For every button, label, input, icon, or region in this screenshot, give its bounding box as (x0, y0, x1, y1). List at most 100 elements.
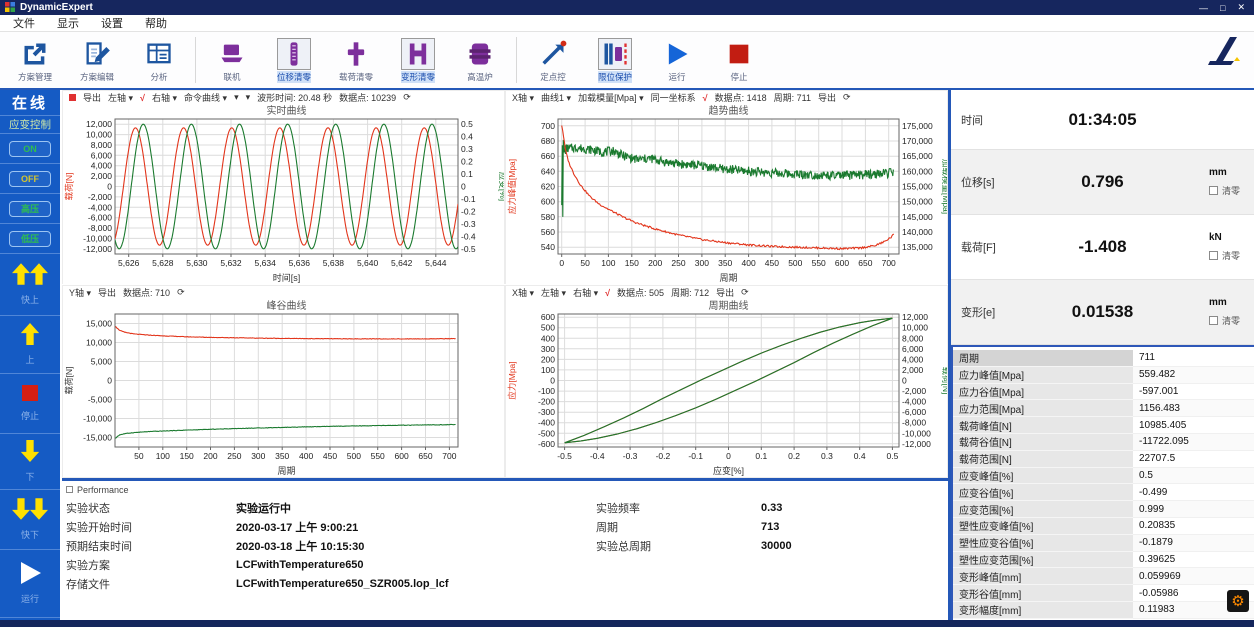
svg-text:5,632: 5,632 (220, 258, 242, 268)
chart-header-item[interactable]: 导出 (98, 286, 116, 299)
chart-plot-peak-valley[interactable]: 5010015020025030035040045050055060065070… (63, 299, 504, 477)
svg-text:-5,000: -5,000 (88, 395, 112, 405)
sidebar-button-ON[interactable]: ON (9, 141, 51, 157)
toolbar: 方案管理方案编辑分析联机位移清零载荷清零变形清零高温炉定点控限位保护运行停止 (0, 32, 1254, 90)
svg-text:170,000: 170,000 (902, 136, 933, 146)
chart-header-item[interactable]: X轴 ▾ (512, 286, 534, 299)
toolbar-button-analysis[interactable]: 分析 (128, 38, 190, 83)
result-row: 应变峰值[%]0.5 (953, 468, 1254, 485)
axis-check-toggle[interactable]: √ (140, 93, 145, 103)
svg-text:12,000: 12,000 (86, 119, 112, 129)
refresh-icon[interactable]: ⟳ (741, 287, 749, 298)
settings-gear-icon[interactable]: ⚙ (1227, 590, 1249, 612)
result-value: -0.1879 (1133, 535, 1254, 552)
toolbar-button-load-zero[interactable]: 载荷清零 (325, 38, 387, 83)
chart-toolbar-cycle: X轴 ▾左轴 ▾右轴 ▾√数据点: 505周期: 712导出⟳ (506, 286, 947, 299)
maximize-button[interactable]: □ (1220, 3, 1225, 13)
axis-check-toggle[interactable]: √ (605, 288, 610, 298)
plan-manage-icon (18, 38, 52, 70)
readout-unit: kN (1209, 232, 1222, 243)
sidebar-button-OFF[interactable]: OFF (9, 171, 51, 187)
toolbar-button-connect[interactable]: 联机 (201, 38, 263, 83)
chart-header-item[interactable]: Y轴 ▾ (69, 286, 91, 299)
chart-header-item[interactable]: X轴 ▾ (512, 91, 534, 104)
result-label: 应变范围[%] (953, 501, 1133, 518)
toolbar-button-disp-zero[interactable]: 位移清零 (263, 38, 325, 83)
svg-text:150: 150 (625, 258, 639, 268)
taskbar-strip (0, 620, 1254, 627)
svg-text:0.3: 0.3 (461, 144, 473, 154)
chart-plot-realtime[interactable]: 5,6265,6285,6305,6325,6345,6365,6385,640… (63, 104, 504, 284)
jog-double-down[interactable]: 快下 (0, 490, 60, 550)
toolbar-button-plan-edit[interactable]: 方案编辑 (66, 38, 128, 83)
svg-text:500: 500 (347, 451, 361, 461)
stop-icon (722, 38, 756, 70)
chart-header-item[interactable]: ▾ (246, 92, 251, 103)
chart-header-item[interactable]: 左轴 ▾ (541, 286, 566, 299)
clear-zero-checkbox[interactable] (1209, 316, 1218, 325)
result-row: 载荷范围[N]22707.5 (953, 451, 1254, 468)
menu-item-显示[interactable]: 显示 (46, 15, 90, 31)
result-label: 塑性应变范围[%] (953, 552, 1133, 569)
jog-down[interactable]: 下 (0, 434, 60, 490)
toolbar-separator (195, 37, 196, 83)
jog-up[interactable]: 上 (0, 316, 60, 374)
toolbar-button-furnace[interactable]: 高温炉 (449, 38, 511, 83)
menu-item-帮助[interactable]: 帮助 (134, 15, 178, 31)
svg-text:0.3: 0.3 (821, 451, 833, 461)
toolbar-button-plan-manage[interactable]: 方案管理 (4, 38, 66, 83)
svg-text:660: 660 (541, 151, 555, 161)
chart-header-item[interactable]: 导出 (83, 91, 101, 104)
jog-play[interactable]: 运行 (0, 550, 60, 618)
svg-text:100: 100 (601, 258, 615, 268)
toolbar-button-stop[interactable]: 停止 (708, 38, 770, 83)
chart-header-item[interactable]: 同一坐标系 (651, 91, 696, 104)
result-label: 载荷谷值[N] (953, 434, 1133, 451)
performance-row: 存储文件LCFwithTemperature650_SZR005.lop_lcf (66, 574, 449, 593)
toolbar-button-run[interactable]: 运行 (646, 38, 708, 83)
svg-text:700: 700 (541, 121, 555, 131)
svg-text:580: 580 (541, 212, 555, 222)
svg-text:-0.5: -0.5 (461, 244, 476, 254)
chart-plot-cycle[interactable]: -0.5-0.4-0.3-0.2-0.100.10.20.30.40.5-600… (506, 299, 947, 477)
jog-stop-square[interactable]: 停止 (0, 374, 60, 434)
svg-text:12,000: 12,000 (902, 312, 928, 322)
svg-text:140,000: 140,000 (902, 227, 933, 237)
chart-header-item[interactable]: 右轴 ▾ (152, 91, 177, 104)
jog-double-up[interactable]: 快上 (0, 254, 60, 316)
refresh-icon[interactable]: ⟳ (177, 287, 185, 298)
result-row: 变形峰值[mm]0.059969 (953, 568, 1254, 585)
chart-header-item[interactable]: 加载模量[Mpa] ▾ (578, 91, 644, 104)
chart-header-item[interactable]: 左轴 ▾ (108, 91, 133, 104)
chart-header-item[interactable]: 右轴 ▾ (573, 286, 598, 299)
sidebar-button-低压[interactable]: 低压 (9, 231, 51, 247)
clear-zero-checkbox[interactable] (1209, 186, 1218, 195)
chart-header-item[interactable]: 命令曲线 ▾ (184, 91, 227, 104)
result-value: 1156.483 (1133, 400, 1254, 417)
toolbar-button-point-control[interactable]: 定点控 (522, 38, 584, 83)
chart-header-item[interactable]: 曲线1 ▾ (541, 91, 571, 104)
close-button[interactable]: ✕ (1237, 2, 1245, 13)
svg-text:0.1: 0.1 (461, 169, 473, 179)
menu-item-文件[interactable]: 文件 (2, 15, 46, 31)
svg-text:周期: 周期 (719, 273, 737, 283)
svg-text:200: 200 (541, 354, 555, 364)
toolbar-button-limit-protect[interactable]: 限位保护 (584, 38, 646, 83)
toolbar-button-deform-zero[interactable]: 变形清零 (387, 38, 449, 83)
refresh-icon[interactable]: ⟳ (843, 92, 851, 103)
chart-header-item[interactable]: ▾ (234, 92, 239, 103)
chart-header-item[interactable]: 导出 (716, 286, 734, 299)
refresh-icon[interactable]: ⟳ (403, 92, 411, 103)
svg-text:450: 450 (765, 258, 779, 268)
svg-text:载荷[N]: 载荷[N] (64, 173, 74, 201)
plan-edit-icon (80, 38, 114, 70)
chart-plot-trend[interactable]: 0501001502002503003504004505005506006507… (506, 104, 947, 284)
minimize-button[interactable]: — (1199, 3, 1208, 13)
menu-item-设置[interactable]: 设置 (90, 15, 134, 31)
axis-check-toggle[interactable]: √ (703, 93, 708, 103)
chart-header-item[interactable]: 导出 (818, 91, 836, 104)
chart-header-item: 波形时间: 20.48 秒 (257, 91, 332, 104)
sidebar-button-高压[interactable]: 高压 (9, 201, 51, 217)
clear-zero-checkbox[interactable] (1209, 251, 1218, 260)
performance-value: 0.33 (761, 502, 782, 514)
